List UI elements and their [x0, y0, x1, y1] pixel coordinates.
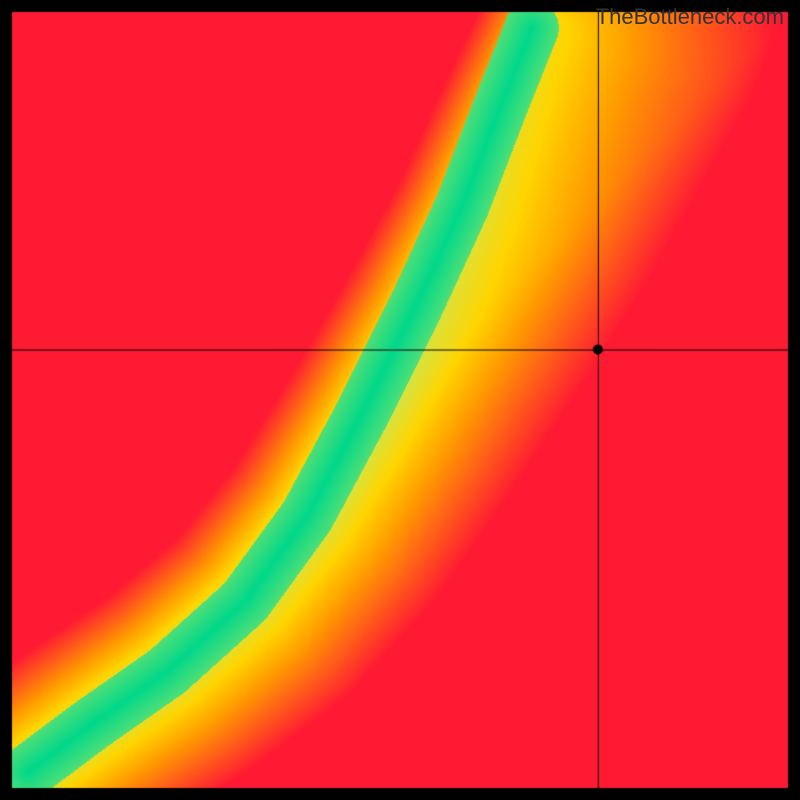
chart-container: TheBottleneck.com: [0, 0, 800, 800]
heatmap-canvas: [0, 0, 800, 800]
watermark-text: TheBottleneck.com: [596, 4, 784, 30]
